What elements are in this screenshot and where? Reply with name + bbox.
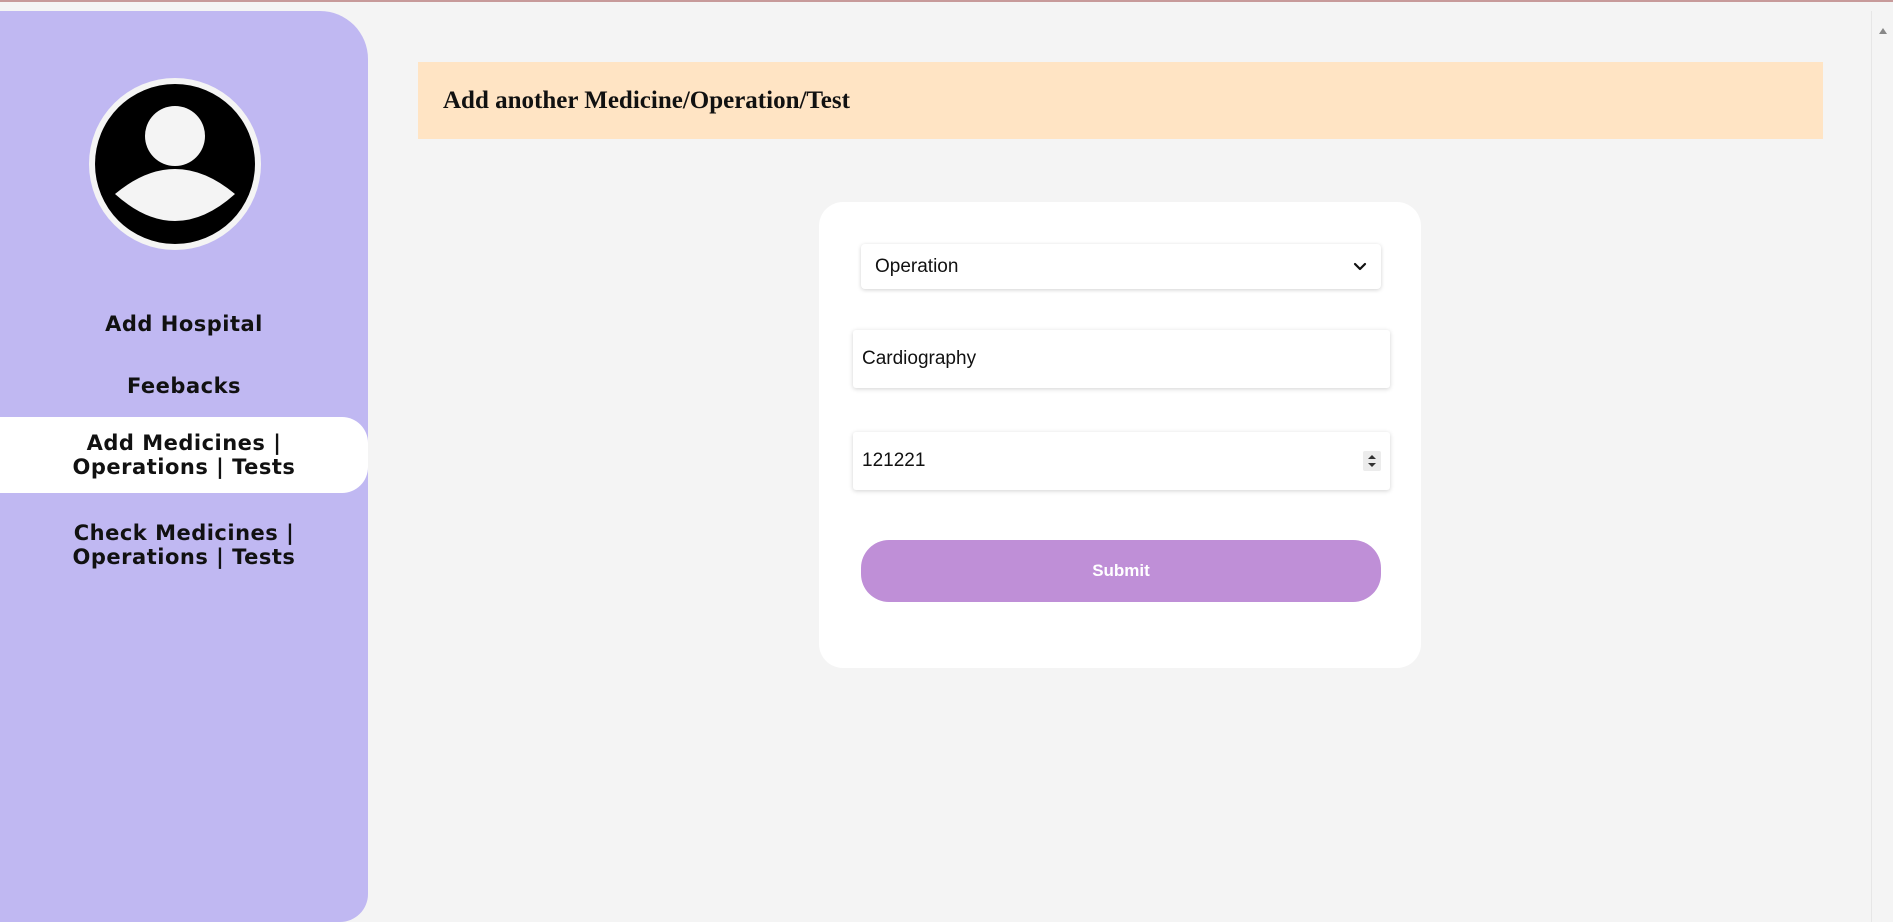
sidebar-item-add-hospital[interactable]: Add Hospital bbox=[0, 312, 368, 336]
scroll-up-arrow-icon[interactable] bbox=[1879, 19, 1887, 38]
type-select-value: Operation bbox=[875, 255, 959, 277]
add-item-form-card: Operation Cardiography 121221 Submit bbox=[819, 202, 1421, 668]
number-stepper-icon[interactable] bbox=[1363, 451, 1381, 471]
sidebar: Add Hospital Feebacks Add Medicines | Op… bbox=[0, 11, 368, 922]
name-input-value: Cardiography bbox=[862, 348, 977, 369]
name-input[interactable]: Cardiography bbox=[853, 330, 1390, 388]
submit-button[interactable]: Submit bbox=[861, 540, 1381, 602]
chevron-down-icon bbox=[1353, 256, 1367, 278]
window-top-border bbox=[0, 0, 1893, 2]
vertical-scrollbar[interactable] bbox=[1871, 11, 1893, 922]
sidebar-item-feedbacks[interactable]: Feebacks bbox=[0, 374, 368, 398]
price-input-value: 121221 bbox=[862, 450, 926, 471]
page-title: Add another Medicine/Operation/Test bbox=[443, 86, 850, 114]
user-avatar-icon[interactable] bbox=[89, 78, 261, 250]
price-input[interactable]: 121221 bbox=[853, 432, 1390, 490]
sidebar-item-check-medicines[interactable]: Check Medicines | Operations | Tests bbox=[0, 521, 368, 569]
sidebar-item-add-medicines[interactable]: Add Medicines | Operations | Tests bbox=[0, 417, 368, 493]
type-select[interactable]: Operation bbox=[861, 244, 1381, 289]
page-header: Add another Medicine/Operation/Test bbox=[418, 62, 1823, 139]
